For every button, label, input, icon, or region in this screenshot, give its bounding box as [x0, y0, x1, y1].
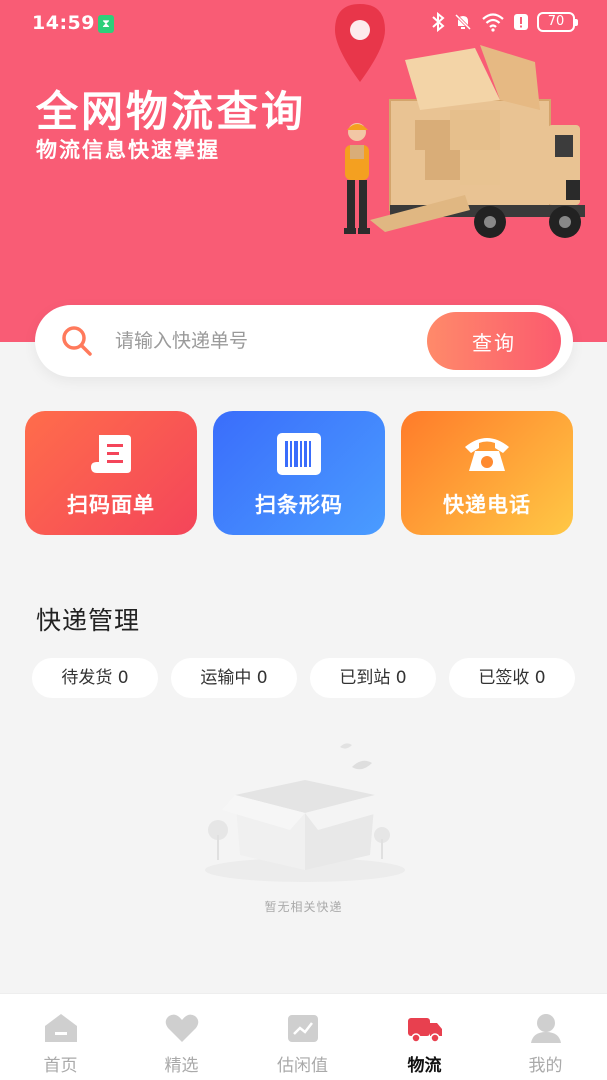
truck-icon: [408, 1018, 442, 1043]
heart-icon: [165, 1014, 199, 1042]
status-chip-pending[interactable]: 待发货 0: [32, 658, 158, 698]
app-notification-icon: ⧗: [98, 15, 114, 33]
search-button[interactable]: 查询: [427, 312, 561, 370]
home-icon: [45, 1014, 77, 1042]
tab-logistics[interactable]: 物流: [364, 994, 485, 1080]
barcode-icon: [277, 433, 321, 475]
status-time: 14:59: [32, 12, 95, 34]
empty-state-text: 暂无相关快递: [264, 900, 343, 914]
hero-subtitle: 物流信息快速掌握: [36, 138, 220, 162]
search-bar: 查询: [35, 305, 573, 377]
hero-banner: 14:59 ⧗ 70 全网物流查询 物流信息快速掌握: [0, 0, 607, 342]
tab-logistics-label: 物流: [407, 1056, 442, 1076]
status-chip-signed[interactable]: 已签收 0: [449, 658, 575, 698]
tab-valuation-label: 估闲值: [277, 1056, 328, 1076]
user-icon: [531, 1014, 561, 1043]
scan-barcode-label: 扫条形码: [255, 493, 343, 517]
telephone-icon: [465, 438, 509, 471]
tab-profile-label: 我的: [528, 1056, 563, 1076]
tracking-number-input[interactable]: [115, 323, 415, 359]
scan-waybill-card[interactable]: 扫码面单: [25, 411, 197, 535]
section-title: 快递管理: [36, 606, 141, 635]
tab-valuation[interactable]: 估闲值: [242, 994, 363, 1080]
bottom-tab-bar: 首页 精选 估闲值 物流 我的: [0, 993, 607, 1080]
search-icon: [62, 326, 92, 356]
tab-profile[interactable]: 我的: [485, 994, 606, 1080]
tab-home[interactable]: 首页: [0, 994, 121, 1080]
delivery-truck-illustration: [335, 4, 585, 238]
status-chip-arrived[interactable]: 已到站 0: [310, 658, 436, 698]
courier-phone-label: 快递电话: [443, 493, 531, 517]
empty-box-icon: [205, 743, 405, 882]
tab-featured-label: 精选: [164, 1056, 199, 1076]
courier-phone-card[interactable]: 快递电话: [401, 411, 573, 535]
hero-title: 全网物流查询: [36, 87, 307, 136]
tab-home-label: 首页: [43, 1056, 78, 1076]
chart-icon: [288, 1015, 318, 1042]
scan-waybill-label: 扫码面单: [67, 493, 155, 517]
waybill-icon: [91, 435, 131, 473]
tab-featured[interactable]: 精选: [121, 994, 242, 1080]
status-chip-in-transit[interactable]: 运输中 0: [171, 658, 297, 698]
scan-barcode-card[interactable]: 扫条形码: [213, 411, 385, 535]
